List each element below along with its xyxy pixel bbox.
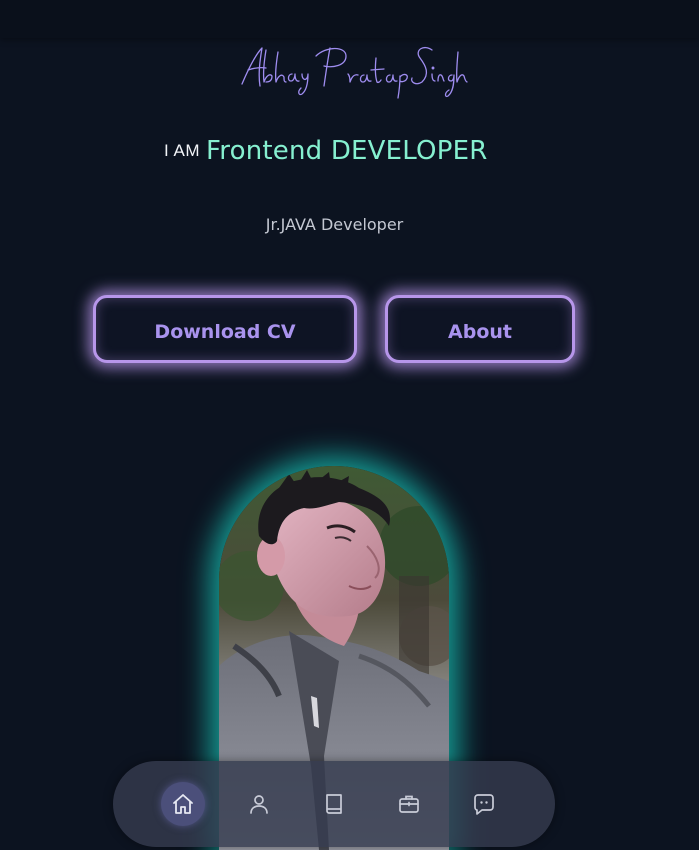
download-cv-button[interactable]: Download CV <box>93 295 357 363</box>
nav-home[interactable] <box>161 782 205 826</box>
book-icon <box>326 794 342 814</box>
nav-about[interactable] <box>237 782 281 826</box>
hero-subtitle: Jr.JAVA Developer <box>265 215 404 234</box>
bottom-navbar <box>113 761 555 847</box>
hero-headline: I AM Frontend DEVELOPER <box>164 136 584 176</box>
about-button[interactable]: About <box>385 295 575 363</box>
briefcase-icon <box>399 795 419 813</box>
nav-experience[interactable] <box>312 782 356 826</box>
home-icon <box>173 794 193 814</box>
nav-contact[interactable] <box>462 782 506 826</box>
top-bar <box>0 0 699 38</box>
user-icon <box>250 795 268 814</box>
chat-icon <box>474 794 494 815</box>
hero-role: Frontend DEVELOPER <box>206 136 488 166</box>
hero-prefix: I AM <box>164 141 201 160</box>
signature-logo[interactable] <box>200 40 470 100</box>
portfolio-page: I AM Frontend DEVELOPER Jr.JAVA Developer… <box>0 0 699 850</box>
nav-work[interactable] <box>387 782 431 826</box>
